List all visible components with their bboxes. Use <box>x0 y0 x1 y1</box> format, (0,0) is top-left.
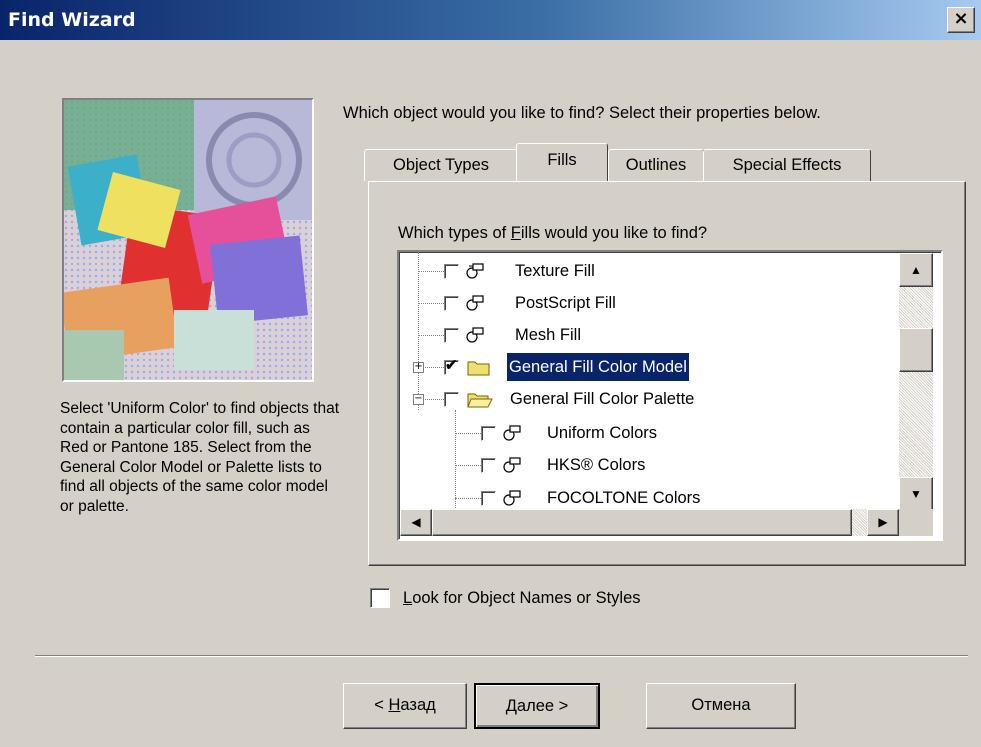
fill-icon <box>503 490 521 506</box>
scroll-up-button[interactable]: ▲ <box>899 253 933 287</box>
tab-outlines[interactable]: Outlines <box>608 149 704 181</box>
fill-icon <box>466 327 484 343</box>
tree-line <box>455 465 481 466</box>
fills-tree[interactable]: Texture Fill PostScript Fill Mesh Fill +… <box>397 250 943 541</box>
scroll-right-button[interactable]: ▶ <box>867 509 899 536</box>
fill-icon <box>466 263 484 279</box>
tree-item-checkbox[interactable] <box>444 264 459 279</box>
look-for-names-checkbox[interactable] <box>370 588 390 608</box>
tree-line <box>418 303 444 304</box>
scrollbar-corner <box>899 509 933 536</box>
arrow-down-icon: ▼ <box>910 487 922 501</box>
tree-item-checkbox[interactable] <box>481 491 496 506</box>
tree-item-label: Uniform Colors <box>547 424 658 442</box>
tree-item-checkbox[interactable] <box>481 458 496 473</box>
title-bar: Find Wizard × <box>0 0 981 40</box>
tree-item-label: General Fill Color Model <box>506 352 690 382</box>
arrow-right-icon: ▶ <box>878 515 888 529</box>
close-button[interactable]: × <box>947 7 975 33</box>
tree-line <box>455 433 481 434</box>
question-text: Which object would you like to find? Sel… <box>343 104 821 122</box>
tree-item-label: HKS® Colors <box>547 456 646 474</box>
horizontal-scrollbar[interactable]: ◀ ▶ <box>400 509 899 536</box>
folder-icon <box>467 361 490 376</box>
tab-special-effects[interactable]: Special Effects <box>703 149 871 181</box>
hint-text: Select 'Uniform Color' to find objects t… <box>60 400 340 515</box>
cancel-button[interactable]: Отмена <box>646 683 796 729</box>
wizard-illustration <box>62 98 314 382</box>
footer-separator <box>35 655 968 657</box>
tree-item-label: Mesh Fill <box>515 326 582 344</box>
scroll-down-button[interactable]: ▼ <box>899 477 933 511</box>
collapse-icon[interactable]: − <box>413 394 424 405</box>
tree-item-label: General Fill Color Palette <box>510 390 695 408</box>
tree-item-checkbox[interactable]: ✔ <box>444 357 459 375</box>
back-button[interactable]: < Назад <box>343 683 467 729</box>
tree-item-checkbox[interactable] <box>481 426 496 441</box>
tab-object-types[interactable]: Object Types <box>364 149 518 181</box>
scroll-thumb[interactable] <box>899 328 933 372</box>
next-button[interactable]: Далее > <box>474 683 600 729</box>
arrow-left-icon: ◀ <box>411 515 421 529</box>
tree-item-label: PostScript Fill <box>515 294 616 312</box>
tree-line <box>418 335 444 336</box>
vertical-scrollbar[interactable]: ▲ ▼ <box>899 253 933 511</box>
window-title: Find Wizard <box>8 9 136 31</box>
fill-icon <box>466 295 484 311</box>
folder-open-icon <box>467 393 493 408</box>
tree-label: Which types of Fills would you like to f… <box>398 224 708 242</box>
check-icon: ✔ <box>445 357 458 374</box>
look-for-names-label: Look for Object Names or Styles <box>403 589 641 607</box>
tree-line <box>418 252 419 410</box>
expand-icon[interactable]: + <box>413 362 424 373</box>
close-icon: × <box>953 8 969 29</box>
tree-item-label: Texture Fill <box>515 262 595 280</box>
horizontal-scroll-thumb[interactable] <box>432 509 852 536</box>
tree-line <box>418 271 444 272</box>
tree-item-label: FOCOLTONE Colors <box>547 489 701 507</box>
tab-fills[interactable]: Fills <box>516 143 608 181</box>
tree-item-checkbox[interactable] <box>444 296 459 311</box>
scroll-left-button[interactable]: ◀ <box>400 509 432 536</box>
tree-item-checkbox[interactable] <box>444 328 459 343</box>
tree-line <box>455 498 481 499</box>
fill-icon <box>503 457 521 473</box>
arrow-up-icon: ▲ <box>910 263 922 277</box>
tree-line <box>455 410 456 510</box>
fill-icon <box>503 425 521 441</box>
tree-item-checkbox[interactable] <box>444 392 459 407</box>
